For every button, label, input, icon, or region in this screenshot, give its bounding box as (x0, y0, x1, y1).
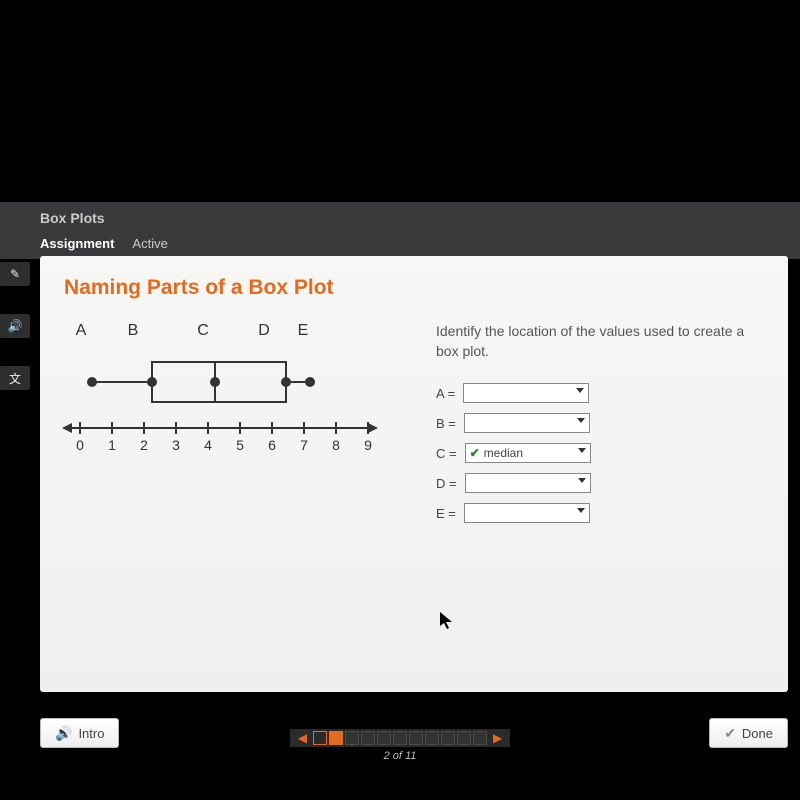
pager-step[interactable] (473, 731, 487, 745)
label-D-eq: D = (436, 476, 457, 491)
select-A[interactable] (463, 383, 589, 403)
svg-text:1: 1 (108, 437, 116, 453)
pager-step[interactable] (329, 731, 343, 745)
svg-text:6: 6 (268, 437, 276, 453)
row-E: E = (436, 503, 768, 523)
question-panel: Naming Parts of a Box Plot A B C D E (40, 256, 788, 692)
label-E: E (290, 322, 316, 340)
label-E-eq: E = (436, 506, 456, 521)
pager-step[interactable] (345, 731, 359, 745)
chevron-down-icon (577, 418, 585, 423)
chevron-down-icon (578, 448, 586, 453)
box-plot-svg: 0 1 2 3 4 5 6 7 8 9 (60, 348, 380, 458)
pager-step[interactable] (441, 731, 455, 745)
course-title: Box Plots (0, 208, 800, 230)
label-D: D (238, 322, 290, 340)
svg-text:9: 9 (364, 437, 372, 453)
pager-step[interactable] (457, 731, 471, 745)
check-icon: ✔ (470, 446, 480, 460)
select-E[interactable] (464, 503, 590, 523)
row-A: A = (436, 383, 768, 403)
label-A: A (64, 322, 98, 340)
svg-text:7: 7 (300, 437, 308, 453)
answer-area: Identify the location of the values used… (436, 322, 768, 533)
app-panel: ✎ 🔊 文 Box Plots Assignment Active Naming… (0, 202, 800, 762)
question-title: Naming Parts of a Box Plot (64, 276, 768, 300)
label-C-eq: C = (436, 446, 457, 461)
pager-text: 2 of 11 (0, 750, 800, 762)
tab-active[interactable]: Active (132, 230, 185, 259)
select-C[interactable]: ✔ median (465, 443, 591, 463)
pager-step[interactable] (361, 731, 375, 745)
prompt-text: Identify the location of the values used… (436, 322, 768, 361)
row-C: C = ✔ median (436, 443, 768, 463)
pencil-icon[interactable]: ✎ (0, 262, 30, 286)
row-D: D = (436, 473, 768, 493)
left-sidebar: ✎ 🔊 文 (0, 202, 40, 762)
svg-text:0: 0 (76, 437, 84, 453)
pager: ◀ ▶ 2 of 11 (0, 729, 800, 762)
select-D[interactable] (465, 473, 591, 493)
speaker-icon[interactable]: 🔊 (0, 314, 30, 338)
label-A-eq: A = (436, 386, 455, 401)
pager-step[interactable] (313, 731, 327, 745)
pager-step[interactable] (377, 731, 391, 745)
pager-prev[interactable]: ◀ (294, 731, 311, 745)
svg-text:3: 3 (172, 437, 180, 453)
svg-text:5: 5 (236, 437, 244, 453)
chevron-down-icon (578, 478, 586, 483)
label-C: C (168, 322, 238, 340)
translate-icon[interactable]: 文 (0, 366, 30, 390)
label-B: B (98, 322, 168, 340)
svg-text:4: 4 (204, 437, 212, 453)
chevron-down-icon (576, 388, 584, 393)
svg-text:8: 8 (332, 437, 340, 453)
select-B[interactable] (464, 413, 590, 433)
assignment-header: Box Plots Assignment Active (0, 202, 800, 259)
pager-step[interactable] (425, 731, 439, 745)
pager-next[interactable]: ▶ (489, 731, 506, 745)
tab-assignment[interactable]: Assignment (40, 230, 132, 259)
pager-step[interactable] (409, 731, 423, 745)
row-B: B = (436, 413, 768, 433)
label-B-eq: B = (436, 416, 456, 431)
svg-text:2: 2 (140, 437, 148, 453)
pager-step[interactable] (393, 731, 407, 745)
chevron-down-icon (577, 508, 585, 513)
box-plot-figure: A B C D E (60, 322, 390, 533)
